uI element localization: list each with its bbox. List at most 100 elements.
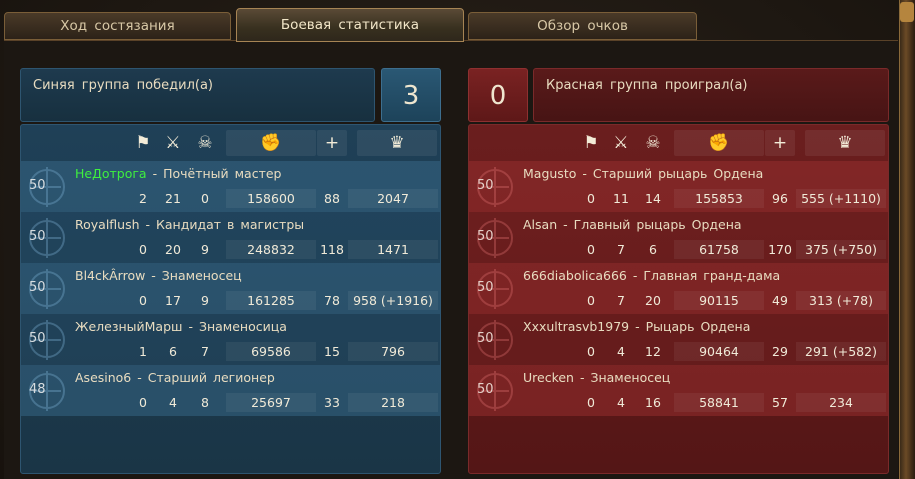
stat-kills: 21 — [165, 191, 181, 206]
name-separator: - — [139, 217, 157, 232]
player-name-line: Asesino6 - Старший легионер — [75, 370, 275, 385]
red-column-header: ⚑ ⚔ ☠ ✊ + ♛ — [469, 125, 888, 161]
stat-score: 234 — [796, 393, 886, 412]
crown-icon[interactable]: ♛ — [805, 130, 885, 156]
stat-score: 313 (+78) — [796, 291, 886, 310]
player-title: Рыцарь Ордена — [645, 319, 751, 334]
player-title: Знаменосец — [161, 268, 242, 283]
player-name[interactable]: Xxxultrasvb1979 — [523, 319, 629, 334]
stat-damage: 25697 — [226, 393, 316, 412]
crown-icon[interactable]: ♛ — [357, 130, 437, 156]
player-row[interactable]: 48 Asesino6 - Старший легионер 0 4 8 25697 33 2… — [21, 365, 440, 416]
player-name[interactable]: НеДотрога — [75, 166, 147, 181]
stat-deaths: 9 — [201, 242, 209, 257]
name-separator: - — [576, 166, 593, 181]
player-name-line: ЖелезныйМарш - Знаменосица — [75, 319, 287, 334]
player-title: Кандидат в магистры — [156, 217, 305, 232]
stat-heal: 78 — [324, 293, 340, 308]
flag-icon[interactable]: ⚑ — [134, 130, 152, 156]
player-name[interactable]: ЖелезныйМарш — [75, 319, 182, 334]
stat-flags: 0 — [587, 395, 595, 410]
player-title: Знаменосец — [590, 370, 671, 385]
skull-icon[interactable]: ☠ — [642, 130, 664, 156]
player-row[interactable]: 50 Urecken - Знаменосец 0 4 16 58841 57 234 — [469, 365, 888, 416]
crossed-swords-icon[interactable]: ⚔ — [163, 130, 183, 156]
tab-battle-stats[interactable]: Боевая статистика — [236, 8, 464, 42]
player-row[interactable]: 50 Royalflush - Кандидат в магистры 0 20 9 24… — [21, 212, 440, 263]
player-title: Главная гранд-дама — [643, 268, 781, 283]
player-level: 50 — [477, 229, 494, 244]
plus-icon[interactable]: + — [765, 130, 795, 156]
red-team-status-text: Красная группа проиграл(а) — [546, 78, 748, 93]
blue-team-score: 3 — [381, 68, 441, 122]
stat-heal: 33 — [324, 395, 340, 410]
stat-heal: 88 — [324, 191, 340, 206]
stat-kills: 20 — [165, 242, 181, 257]
flag-icon[interactable]: ⚑ — [582, 130, 600, 156]
stat-flags: 0 — [139, 242, 147, 257]
player-name-line: Magusto - Старший рыцарь Ордена — [523, 166, 763, 181]
player-name[interactable]: Bl4ckÂrrow — [75, 268, 145, 283]
name-separator: - — [629, 319, 646, 334]
stat-flags: 2 — [139, 191, 147, 206]
stat-damage: 248832 — [226, 240, 316, 259]
blue-column-header: ⚑ ⚔ ☠ ✊ + ♛ — [21, 125, 440, 161]
player-name[interactable]: Urecken — [523, 370, 574, 385]
stat-kills: 7 — [617, 242, 625, 257]
stat-deaths: 16 — [645, 395, 661, 410]
player-name-line: Alsan - Главный рыцарь Ордена — [523, 217, 742, 232]
player-name-line: Bl4ckÂrrow - Знаменосец — [75, 268, 242, 283]
stat-score: 1471 — [348, 240, 438, 259]
player-name[interactable]: Alsan — [523, 217, 557, 232]
name-separator: - — [626, 268, 644, 283]
stat-damage: 69586 — [226, 342, 316, 361]
player-name[interactable]: 666diabolica666 — [523, 268, 627, 283]
player-name[interactable]: Magusto — [523, 166, 576, 181]
stat-kills: 4 — [617, 395, 625, 410]
player-title: Почётный мастер — [163, 166, 282, 181]
player-name-line: НеДотрога - Почётный мастер — [75, 166, 282, 181]
stat-heal: 118 — [320, 242, 344, 257]
player-row[interactable]: 50 Alsan - Главный рыцарь Ордена 0 7 6 61758 1… — [469, 212, 888, 263]
blue-team-table: ⚑ ⚔ ☠ ✊ + ♛ 50 НеДотрога - Почётный мастер 2 21 0 1… — [20, 124, 441, 474]
player-name[interactable]: Asesino6 — [75, 370, 131, 385]
skull-icon[interactable]: ☠ — [194, 130, 216, 156]
red-team-status: Красная группа проиграл(а) — [533, 68, 889, 122]
stat-score: 2047 — [348, 189, 438, 208]
stat-deaths: 0 — [201, 191, 209, 206]
stat-deaths: 7 — [201, 344, 209, 359]
fist-icon[interactable]: ✊ — [226, 130, 316, 156]
player-row[interactable]: 50 Magusto - Старший рыцарь Ордена 0 11 14 15… — [469, 161, 888, 212]
stat-damage: 58841 — [674, 393, 764, 412]
stat-damage: 155853 — [674, 189, 764, 208]
player-title: Старший легионер — [147, 370, 275, 385]
player-row[interactable]: 50 НеДотрога - Почётный мастер 2 21 0 158600 8… — [21, 161, 440, 212]
stat-deaths: 9 — [201, 293, 209, 308]
tab-score-overview[interactable]: Обзор очков — [468, 12, 697, 40]
stat-damage: 161285 — [226, 291, 316, 310]
player-name[interactable]: Royalflush — [75, 217, 140, 232]
player-level: 50 — [29, 229, 46, 244]
name-separator: - — [557, 217, 574, 232]
player-row[interactable]: 50 Xxxultrasvb1979 - Рыцарь Ордена 0 4 12 904… — [469, 314, 888, 365]
stat-kills: 6 — [169, 344, 177, 359]
stat-kills: 17 — [165, 293, 181, 308]
stat-flags: 1 — [139, 344, 147, 359]
name-separator: - — [145, 268, 162, 283]
stat-flags: 0 — [587, 293, 595, 308]
player-row[interactable]: 50 ЖелезныйМарш - Знаменосица 1 6 7 69586 15 79… — [21, 314, 440, 365]
player-row[interactable]: 50 Bl4ckÂrrow - Знаменосец 0 17 9 161285 78 958… — [21, 263, 440, 314]
stat-flags: 0 — [139, 395, 147, 410]
fist-icon[interactable]: ✊ — [674, 130, 764, 156]
plus-icon[interactable]: + — [317, 130, 347, 156]
blue-team-status-text: Синяя группа победил(а) — [33, 78, 213, 93]
crossed-swords-icon[interactable]: ⚔ — [611, 130, 631, 156]
stat-deaths: 12 — [645, 344, 661, 359]
stat-score: 218 — [348, 393, 438, 412]
player-row[interactable]: 50 666diabolica666 - Главная гранд-дама 0 7… — [469, 263, 888, 314]
tab-match-progress[interactable]: Ход состязания — [4, 12, 231, 40]
stat-heal: 170 — [768, 242, 792, 257]
stat-deaths: 14 — [645, 191, 661, 206]
stat-damage: 90115 — [674, 291, 764, 310]
stat-score: 375 (+750) — [796, 240, 886, 259]
